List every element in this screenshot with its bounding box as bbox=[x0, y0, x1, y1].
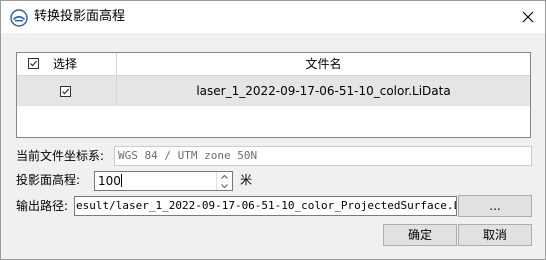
dialog-body: 选择 文件名 laser_1_2022-09-17-06-51-10_color… bbox=[1, 33, 545, 259]
table-row[interactable]: laser_1_2022-09-17-06-51-10_color.LiData bbox=[17, 76, 530, 106]
header-select-column[interactable]: 选择 bbox=[17, 53, 117, 75]
row-filename: laser_1_2022-09-17-06-51-10_color.LiData bbox=[196, 84, 451, 98]
crs-value: WGS 84 / UTM zone 50N bbox=[118, 149, 258, 162]
close-icon[interactable] bbox=[511, 1, 545, 33]
header-select-label: 选择 bbox=[53, 57, 78, 71]
cancel-button[interactable]: 取消 bbox=[458, 224, 532, 246]
ok-button[interactable]: 确定 bbox=[383, 224, 457, 246]
output-path-value: esult/laser_1_2022-09-17-06-51-10_color_… bbox=[76, 199, 457, 212]
cancel-label: 取消 bbox=[482, 228, 507, 242]
title-bar: 转换投影面高程 bbox=[1, 1, 545, 33]
browse-label: ... bbox=[489, 199, 501, 213]
row-select-cell bbox=[17, 76, 117, 106]
select-all-checkbox[interactable] bbox=[28, 58, 39, 69]
elevation-label: 投影面高程: bbox=[16, 173, 81, 187]
elevation-unit: 米 bbox=[240, 173, 253, 187]
header-filename-column[interactable]: 文件名 bbox=[117, 53, 530, 75]
dialog-window: 转换投影面高程 选择 文件名 laser_1_2022-09-17-06-51-… bbox=[0, 0, 546, 260]
crs-field: WGS 84 / UTM zone 50N bbox=[114, 146, 532, 166]
elevation-stepper[interactable] bbox=[216, 172, 232, 190]
row-checkbox[interactable] bbox=[60, 86, 71, 97]
output-path-field[interactable]: esult/laser_1_2022-09-17-06-51-10_color_… bbox=[74, 196, 457, 216]
chevron-down-icon[interactable] bbox=[217, 181, 232, 190]
ok-label: 确定 bbox=[407, 228, 432, 242]
app-logo-icon bbox=[10, 9, 28, 27]
elevation-spinbox[interactable]: 100 bbox=[94, 171, 233, 191]
browse-button[interactable]: ... bbox=[458, 195, 532, 217]
chevron-up-icon[interactable] bbox=[217, 172, 232, 181]
table-header: 选择 文件名 bbox=[17, 53, 530, 76]
crs-label: 当前文件坐标系: bbox=[16, 149, 105, 163]
output-label: 输出路径: bbox=[16, 199, 69, 213]
row-filename-cell: laser_1_2022-09-17-06-51-10_color.LiData bbox=[117, 76, 530, 106]
window-title: 转换投影面高程 bbox=[34, 9, 126, 24]
header-filename-label: 文件名 bbox=[305, 57, 342, 71]
file-table: 选择 文件名 laser_1_2022-09-17-06-51-10_color… bbox=[16, 52, 531, 138]
elevation-value: 100 bbox=[98, 174, 121, 188]
